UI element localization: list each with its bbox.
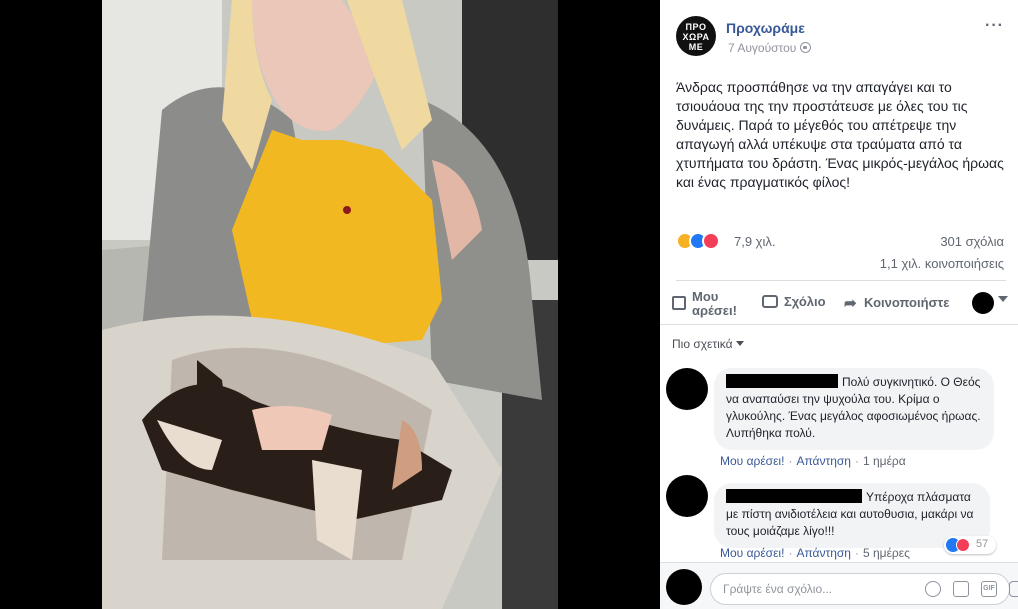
comment-reply-link[interactable]: Απάντηση	[796, 546, 851, 560]
comment-input-placeholder: Γράψτε ένα σχόλιο...	[723, 582, 833, 596]
reactions-bar[interactable]: 7,9 χιλ. 301 σχόλια	[676, 232, 1006, 252]
globe-icon	[800, 42, 812, 53]
shares-count-link[interactable]: 1,1 χιλ. κοινοποιήσεις	[880, 256, 1004, 271]
page-logo-line-2: ΧΩΡΑ	[682, 32, 710, 42]
photo-illustration	[102, 0, 558, 609]
separator: ·	[854, 546, 859, 560]
comment-input[interactable]: Γράψτε ένα σχόλιο... GIF	[710, 573, 1018, 605]
redacted-commenter-name[interactable]	[726, 374, 838, 388]
post-timestamp[interactable]: 7 Αυγούστου	[728, 41, 812, 55]
comment-reaction-count: 57	[976, 538, 989, 550]
separator: ·	[788, 454, 793, 468]
comment-sort-label: Πιο σχετικά	[672, 337, 733, 351]
like-button-label: Μου αρέσει!	[692, 289, 737, 318]
current-user-avatar	[666, 569, 702, 605]
comment-button-label: Σχόλιο	[784, 294, 826, 309]
gif-icon[interactable]: GIF	[981, 581, 997, 597]
comments-count-link[interactable]: 301 σχόλια	[940, 234, 1004, 249]
share-arrow-icon: ➦	[844, 295, 857, 312]
profile-avatar[interactable]	[972, 292, 994, 314]
share-button-label: Κοινοποιήστε	[864, 295, 950, 310]
page-avatar[interactable]: ΠΡΟ ΧΩΡΑ ΜΕ	[676, 16, 716, 56]
page-logo-line-3: ΜΕ	[688, 42, 704, 52]
post-header: ΠΡΟ ΧΩΡΑ ΜΕ Προχωράμε 7 Αυγούστου ···	[676, 14, 1008, 58]
sticker-icon[interactable]	[1009, 581, 1018, 597]
comment-composer: Γράψτε ένα σχόλιο... GIF	[660, 562, 1018, 609]
love-reaction-icon	[702, 232, 720, 250]
share-button[interactable]: ➦ Κοινοποιήστε	[844, 294, 949, 312]
caret-down-icon	[735, 341, 744, 346]
page-logo-line-1: ΠΡΟ	[685, 22, 707, 32]
love-reaction-icon	[956, 538, 970, 552]
separator: ·	[788, 546, 793, 560]
separator: ·	[854, 454, 859, 468]
reactions-count[interactable]: 7,9 χιλ.	[734, 234, 776, 249]
photo-viewer	[0, 0, 660, 609]
redacted-commenter-name[interactable]	[726, 489, 862, 503]
page-name-link[interactable]: Προχωράμε	[726, 20, 805, 36]
comment-like-link[interactable]: Μου αρέσει!	[720, 454, 784, 468]
post-photo[interactable]	[102, 0, 558, 609]
more-options-icon[interactable]: ···	[985, 17, 1004, 35]
comment-time[interactable]: 1 ημέρα	[863, 454, 906, 468]
thumbs-up-icon	[672, 296, 686, 310]
comment-bubble: Πολύ συγκινητικό. Ο Θεός να αναπαύσει τη…	[714, 368, 994, 450]
comment-reactions[interactable]: 57	[944, 536, 996, 554]
emoji-icon[interactable]	[925, 581, 941, 597]
comment-button[interactable]: Σχόλιο	[762, 294, 826, 309]
comment-like-link[interactable]: Μου αρέσει!	[720, 546, 784, 560]
comment-time[interactable]: 5 ημέρες	[863, 546, 910, 560]
comment-meta: Μου αρέσει! · Απάντηση · 1 ημέρα	[720, 454, 906, 468]
comment-meta: Μου αρέσει! · Απάντηση · 5 ημέρες	[720, 546, 910, 560]
camera-icon[interactable]	[953, 581, 969, 597]
commenter-avatar[interactable]	[666, 368, 708, 410]
comment-bubble-icon	[762, 295, 778, 308]
comment-sort-dropdown[interactable]: Πιο σχετικά	[672, 337, 744, 351]
commenter-avatar[interactable]	[666, 475, 708, 517]
comment-reply-link[interactable]: Απάντηση	[796, 454, 851, 468]
post-side-panel: ΠΡΟ ΧΩΡΑ ΜΕ Προχωράμε 7 Αυγούστου ··· Άν…	[660, 0, 1018, 609]
post-body-text: Άνδρας προσπάθησε να την απαγάγει και το…	[676, 79, 1004, 190]
divider	[676, 280, 1006, 281]
chevron-down-icon[interactable]	[998, 296, 1008, 302]
post-date-text: 7 Αυγούστου	[728, 41, 797, 55]
divider	[660, 324, 1018, 325]
post-actions: Μου αρέσει! Σχόλιο ➦ Κοινοποιήστε	[668, 284, 1008, 322]
